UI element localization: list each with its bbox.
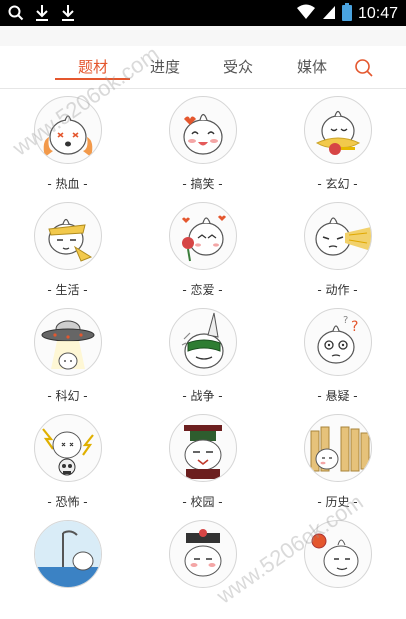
category-item-hot-blooded[interactable]: - 热血 -: [0, 89, 135, 195]
wifi-icon: [296, 4, 316, 24]
category-label: - 恋爱 -: [182, 283, 223, 297]
category-item-romance[interactable]: - 恋爱 -: [135, 195, 270, 301]
battery-icon: [341, 3, 352, 25]
download-icon: [34, 4, 50, 22]
war-mascot-icon: [168, 308, 237, 376]
svg-text:?: ?: [343, 315, 348, 326]
category-label: - 科幻 -: [47, 389, 88, 403]
tab-theme[interactable]: 题材: [78, 46, 108, 88]
tab-media[interactable]: 媒体: [297, 46, 327, 88]
category-item-action[interactable]: - 动作 -: [270, 195, 405, 301]
category-label: - 玄幻 -: [317, 177, 358, 191]
category-item-mystery[interactable]: ? ? - 悬疑 -: [270, 301, 405, 407]
city-mascot-icon: [33, 520, 102, 588]
mystery-mascot-icon: ? ?: [303, 308, 372, 376]
category-item-war[interactable]: - 战争 -: [135, 301, 270, 407]
category-label: - 生活 -: [47, 283, 88, 297]
category-item-life[interactable]: - 生活 -: [0, 195, 135, 301]
history-mascot-icon: [303, 414, 372, 482]
status-bar: 10:47: [0, 0, 406, 26]
category-item[interactable]: [270, 513, 405, 619]
action-mascot-icon: [303, 202, 372, 270]
palace-mascot-icon: [168, 520, 237, 588]
category-item[interactable]: [135, 513, 270, 619]
fantasy-mascot-icon: [303, 96, 372, 164]
campus-mascot-icon: [168, 414, 237, 482]
svg-text:?: ?: [351, 319, 358, 335]
category-label: - 动作 -: [317, 283, 358, 297]
tab-progress[interactable]: 进度: [150, 46, 180, 88]
category-item-campus[interactable]: - 校园 -: [135, 407, 270, 513]
category-label: - 热血 -: [47, 177, 88, 191]
category-label: - 校园 -: [182, 495, 223, 509]
signal-icon: [322, 4, 336, 24]
romance-mascot-icon: [168, 202, 237, 270]
category-item-fantasy[interactable]: - 玄幻 -: [270, 89, 405, 195]
category-grid: - 热血 - - 搞笑 - - 玄幻 - - 生活 - - 恋爱 - - 动作 …: [0, 89, 406, 595]
category-item-comedy[interactable]: - 搞笑 -: [135, 89, 270, 195]
tab-audience[interactable]: 受众: [223, 46, 253, 88]
search-icon: [8, 4, 24, 22]
download-icon: [60, 4, 76, 22]
clock: 10:47: [357, 5, 398, 22]
life-mascot-icon: [33, 202, 102, 270]
category-item-horror[interactable]: - 恐怖 -: [0, 407, 135, 513]
active-tab-indicator: [55, 78, 130, 80]
category-label: - 悬疑 -: [317, 389, 358, 403]
category-item-sci-fi[interactable]: - 科幻 -: [0, 301, 135, 407]
category-label: - 搞笑 -: [182, 177, 223, 191]
horror-mascot-icon: [33, 414, 102, 482]
sports-mascot-icon: [303, 520, 372, 588]
category-item-history[interactable]: - 历史 -: [270, 407, 405, 513]
category-label: - 恐怖 -: [47, 495, 88, 509]
category-label: - 历史 -: [317, 495, 358, 509]
search-icon[interactable]: [354, 58, 374, 78]
hot-blooded-mascot-icon: [33, 96, 102, 164]
header-spacer: [0, 26, 406, 46]
category-item[interactable]: [0, 513, 135, 619]
category-tab-bar: 题材 进度 受众 媒体: [0, 46, 406, 89]
sci-fi-mascot-icon: [33, 308, 102, 376]
comedy-mascot-icon: [168, 96, 237, 164]
category-label: - 战争 -: [182, 389, 223, 403]
